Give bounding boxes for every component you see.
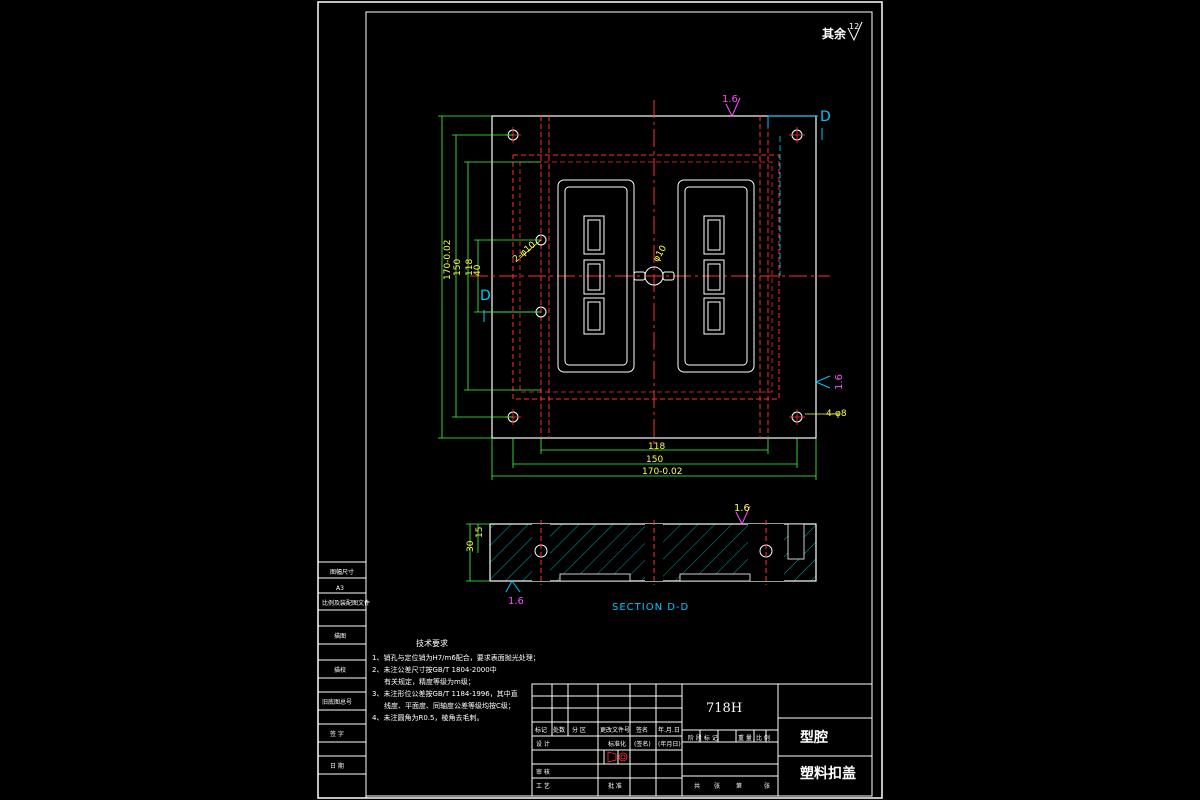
svg-text:重 量: 重 量 <box>738 734 752 742</box>
svg-text:签 字: 签 字 <box>330 730 344 738</box>
svg-text:签名: 签名 <box>636 726 648 734</box>
svg-text:旧底图总号: 旧底图总号 <box>322 698 352 706</box>
roughness-prefix: 其余 <box>822 26 847 41</box>
svg-text:设 计: 设 计 <box>536 740 550 748</box>
svg-text:有关规定，精度等级为m级；: 有关规定，精度等级为m级； <box>384 677 475 686</box>
dim-left-40: 40 <box>473 264 483 276</box>
svg-text:审 核: 审 核 <box>536 768 550 776</box>
dim-bottom-118: 118 <box>648 442 665 452</box>
svg-text:1.6: 1.6 <box>508 596 524 607</box>
section-view: 30 15 1.6 1.6 SECTION D-D <box>466 503 817 613</box>
section-marker-top: D <box>767 109 831 276</box>
svg-text:1.6: 1.6 <box>834 374 845 390</box>
hole-callout-left: 2-φ10 <box>511 240 538 265</box>
svg-text:描图: 描图 <box>334 632 346 640</box>
roughness-value: 12 <box>849 22 859 31</box>
svg-text:年.月.日: 年.月.日 <box>658 726 680 734</box>
left-strip: 图幅尺寸 A3 比例及装配图文件 描图 描校 旧底图总号 签 字 日 期 <box>317 561 370 799</box>
svg-text:张: 张 <box>764 782 770 790</box>
roughness-note: 其余 12 <box>822 21 863 42</box>
cad-drawing: 其余 12 D D 1.6 1.6 2-φ10 φ10 4-φ8 118 150… <box>317 1 883 799</box>
section-marker-bottom: D <box>480 288 541 322</box>
section-title: SECTION D-D <box>612 602 689 613</box>
dim-left-170: 170-0.02 <box>443 240 453 280</box>
dim-section-30: 30 <box>466 540 476 552</box>
svg-text:比例及装配图文件: 比例及装配图文件 <box>322 599 370 607</box>
dims-left <box>438 115 541 439</box>
svg-text:D: D <box>480 288 491 304</box>
svg-text:1.6: 1.6 <box>722 94 738 105</box>
dim-bottom-170: 170-0.02 <box>642 467 682 477</box>
svg-text:1.6: 1.6 <box>734 503 750 514</box>
plan-view: D D 1.6 1.6 2-φ10 φ10 4-φ8 118 150 170-0… <box>438 94 847 480</box>
svg-text:标准化: 标准化 <box>608 740 626 748</box>
surface-finish-top: 1.6 <box>722 94 741 118</box>
svg-text:A3: A3 <box>336 585 344 592</box>
svg-text:工 艺: 工 艺 <box>536 782 550 790</box>
svg-text:描校: 描校 <box>334 666 346 674</box>
dim-section-15: 15 <box>475 527 485 538</box>
svg-text:4、未注圆角为R0.5，棱角去毛刺。: 4、未注圆角为R0.5，棱角去毛刺。 <box>372 713 483 722</box>
tech-requirements: 技术要求 1、销孔与定位销为H7/m6配合，要求表面抛光处理； 2、未注公差尺寸… <box>372 638 540 722</box>
svg-text:分 区: 分 区 <box>572 726 586 734</box>
dim-left-150: 150 <box>453 259 463 276</box>
svg-text:更改文件号: 更改文件号 <box>600 726 630 734</box>
svg-text:阶 段 标 记: 阶 段 标 记 <box>688 734 718 742</box>
svg-text:张: 张 <box>714 782 720 790</box>
svg-text:标记: 标记 <box>535 726 547 734</box>
tech-title: 技术要求 <box>416 638 448 648</box>
material: 718H <box>706 701 742 716</box>
svg-text:比 例: 比 例 <box>756 734 770 742</box>
svg-text:处数: 处数 <box>553 726 565 734</box>
product-name: 塑料扣盖 <box>800 765 856 782</box>
svg-text:1、销孔与定位销为H7/m6配合，要求表面抛光处理；: 1、销孔与定位销为H7/m6配合，要求表面抛光处理； <box>372 653 540 662</box>
svg-text:共: 共 <box>694 782 700 790</box>
svg-text:(签名): (签名) <box>634 740 651 748</box>
svg-text:批 准: 批 准 <box>608 782 622 790</box>
svg-text:图幅尺寸: 图幅尺寸 <box>330 568 354 576</box>
surface-finish-right: 1.6 <box>814 374 845 390</box>
svg-text:日 期: 日 期 <box>330 762 344 770</box>
dim-bottom-150: 150 <box>646 455 663 465</box>
svg-text:第: 第 <box>736 782 742 790</box>
title-block: 标记 处数 分 区 更改文件号 签名 年.月.日 设 计 标准化 (签名) (年… <box>531 683 873 797</box>
svg-text:(年月日): (年月日) <box>658 740 681 748</box>
svg-text:线度、平面度、同轴度公差等级均按C级；: 线度、平面度、同轴度公差等级均按C级； <box>384 701 515 710</box>
svg-text:D: D <box>820 109 831 125</box>
part-name: 型腔 <box>800 729 828 746</box>
dashed-pocket <box>512 154 780 400</box>
svg-text:3、未注形位公差按GB/T 1184-1996，其中直: 3、未注形位公差按GB/T 1184-1996，其中直 <box>372 689 518 698</box>
svg-text:2、未注公差尺寸按GB/T 1804-2000中: 2、未注公差尺寸按GB/T 1804-2000中 <box>372 665 497 674</box>
